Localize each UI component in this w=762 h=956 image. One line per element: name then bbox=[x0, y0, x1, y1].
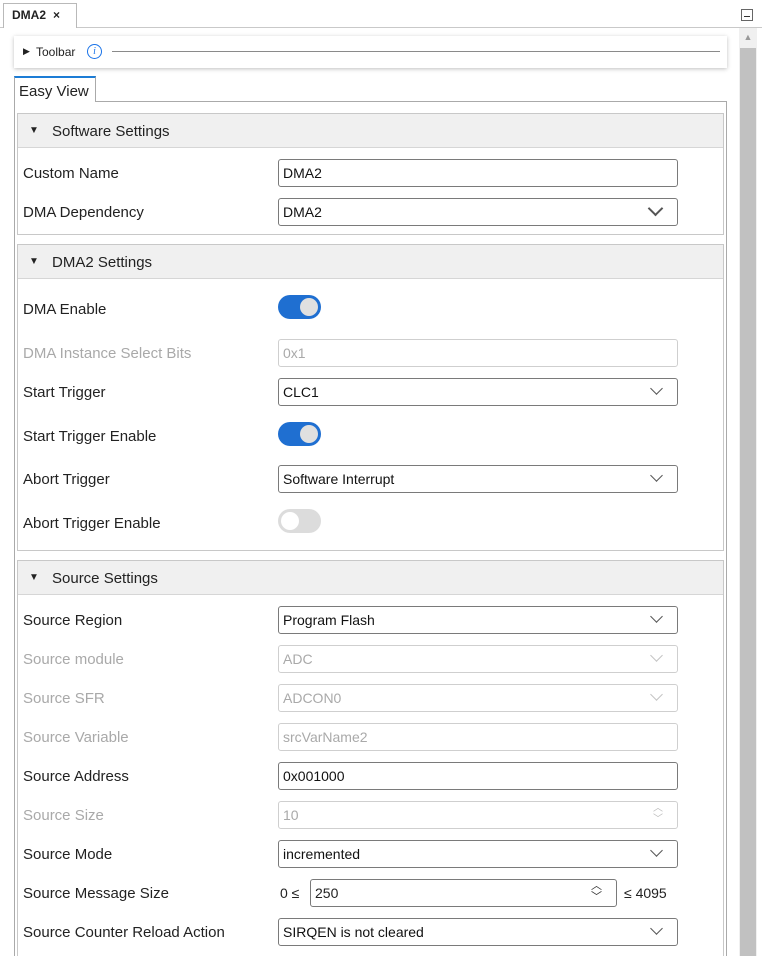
software-settings-header[interactable]: ▼ Software Settings bbox=[18, 114, 723, 148]
source-address-input[interactable]: 0x001000 bbox=[278, 762, 678, 790]
chevron-down-icon bbox=[650, 382, 663, 395]
message-size-min: 0 ≤ bbox=[280, 885, 300, 901]
dma-dependency-select[interactable]: DMA2 bbox=[278, 198, 678, 226]
source-module-label: Source module bbox=[23, 651, 124, 668]
source-variable-input: srcVarName2 bbox=[278, 723, 678, 751]
source-size-value: 10 bbox=[283, 807, 299, 823]
source-counter-reload-label: Source Counter Reload Action bbox=[23, 924, 225, 941]
chevron-down-icon bbox=[650, 844, 663, 857]
section-title: Software Settings bbox=[52, 123, 170, 140]
source-region-label: Source Region bbox=[23, 612, 123, 629]
source-settings-section: ▼ Source Settings Source Region Program … bbox=[17, 560, 724, 956]
source-mode-label: Source Mode bbox=[23, 846, 113, 863]
chevron-down-icon bbox=[650, 469, 663, 482]
software-settings-section: ▼ Software Settings Custom Name DMA2 DMA… bbox=[17, 113, 724, 235]
dma-enable-toggle[interactable] bbox=[278, 295, 321, 319]
custom-name-label: Custom Name bbox=[23, 165, 119, 182]
chevron-down-icon bbox=[650, 688, 663, 701]
chevron-down-icon bbox=[647, 200, 664, 217]
abort-trigger-label: Abort Trigger bbox=[23, 471, 110, 488]
dma-dependency-label: DMA Dependency bbox=[23, 204, 144, 221]
abort-trigger-enable-label: Abort Trigger Enable bbox=[23, 515, 161, 532]
source-module-value: ADC bbox=[283, 651, 313, 667]
toggle-knob bbox=[281, 512, 299, 530]
tab-title: DMA2 bbox=[12, 8, 47, 22]
source-message-size-stepper[interactable]: 250 ︿ ﹀ bbox=[310, 879, 617, 907]
start-trigger-enable-label: Start Trigger Enable bbox=[23, 428, 157, 445]
source-message-size-label: Source Message Size bbox=[23, 885, 169, 902]
minimize-icon[interactable] bbox=[741, 9, 753, 21]
toggle-knob bbox=[300, 298, 318, 316]
tab-easy-view[interactable]: Easy View bbox=[14, 76, 96, 102]
editor-tab-bar: DMA2 × bbox=[0, 0, 762, 28]
abort-trigger-value: Software Interrupt bbox=[283, 471, 395, 487]
dma2-settings-section: ▼ DMA2 Settings DMA Enable DMA Instance … bbox=[17, 244, 724, 551]
toolbar-divider bbox=[112, 51, 720, 52]
dma2-settings-header[interactable]: ▼ DMA2 Settings bbox=[18, 245, 723, 279]
dma-instance-input: 0x1 bbox=[278, 339, 678, 367]
info-icon[interactable]: i bbox=[87, 44, 102, 59]
source-region-select[interactable]: Program Flash bbox=[278, 606, 678, 634]
source-size-stepper: 10 ︿ ﹀ bbox=[278, 801, 678, 829]
chevron-down-icon bbox=[650, 922, 663, 935]
tab-dma2[interactable]: DMA2 × bbox=[3, 3, 77, 28]
source-sfr-label: Source SFR bbox=[23, 690, 105, 707]
collapse-triangle-icon: ▼ bbox=[29, 256, 39, 267]
vertical-scrollbar[interactable]: ▲ bbox=[739, 28, 757, 956]
source-counter-reload-select[interactable]: SIRQEN is not cleared bbox=[278, 918, 678, 946]
abort-trigger-select[interactable]: Software Interrupt bbox=[278, 465, 678, 493]
spinner-arrows-icon: ︿ ﹀ bbox=[653, 803, 663, 825]
scroll-up-icon[interactable]: ▲ bbox=[739, 28, 757, 46]
start-trigger-value: CLC1 bbox=[283, 384, 319, 400]
source-counter-reload-value: SIRQEN is not cleared bbox=[283, 924, 424, 940]
source-mode-select[interactable]: incremented bbox=[278, 840, 678, 868]
toolbar-panel: ▶ Toolbar i bbox=[14, 36, 727, 68]
spinner-arrows-icon[interactable]: ︿ ﹀ bbox=[591, 881, 602, 903]
chevron-down-icon bbox=[650, 649, 663, 662]
chevron-down-icon bbox=[650, 610, 663, 623]
source-sfr-select: ADCON0 bbox=[278, 684, 678, 712]
message-size-value: 250 bbox=[315, 885, 339, 901]
collapse-triangle-icon: ▼ bbox=[29, 572, 39, 583]
scroll-thumb[interactable] bbox=[740, 48, 756, 956]
dma-enable-label: DMA Enable bbox=[23, 301, 107, 318]
source-size-label: Source Size bbox=[23, 807, 104, 824]
abort-trigger-enable-toggle[interactable] bbox=[278, 509, 321, 533]
start-trigger-enable-toggle[interactable] bbox=[278, 422, 321, 446]
source-region-value: Program Flash bbox=[283, 612, 375, 628]
source-sfr-value: ADCON0 bbox=[283, 690, 342, 706]
source-address-label: Source Address bbox=[23, 768, 129, 785]
dma-dependency-value: DMA2 bbox=[283, 204, 322, 220]
source-variable-label: Source Variable bbox=[23, 729, 129, 746]
toggle-knob bbox=[300, 425, 318, 443]
expand-arrow-icon[interactable]: ▶ bbox=[23, 46, 30, 57]
message-size-max: ≤ 4095 bbox=[624, 885, 667, 901]
easy-view-panel: ▼ Software Settings Custom Name DMA2 DMA… bbox=[14, 101, 727, 956]
start-trigger-select[interactable]: CLC1 bbox=[278, 378, 678, 406]
toolbar-label[interactable]: Toolbar bbox=[36, 45, 75, 59]
source-settings-header[interactable]: ▼ Source Settings bbox=[18, 561, 723, 595]
close-icon[interactable]: × bbox=[53, 8, 60, 22]
section-title: DMA2 Settings bbox=[52, 254, 153, 271]
source-mode-value: incremented bbox=[283, 846, 361, 862]
custom-name-input[interactable]: DMA2 bbox=[278, 159, 678, 187]
dma-instance-label: DMA Instance Select Bits bbox=[23, 345, 192, 362]
section-title: Source Settings bbox=[52, 570, 158, 587]
start-trigger-label: Start Trigger bbox=[23, 384, 106, 401]
source-module-select: ADC bbox=[278, 645, 678, 673]
collapse-triangle-icon: ▼ bbox=[29, 125, 39, 136]
